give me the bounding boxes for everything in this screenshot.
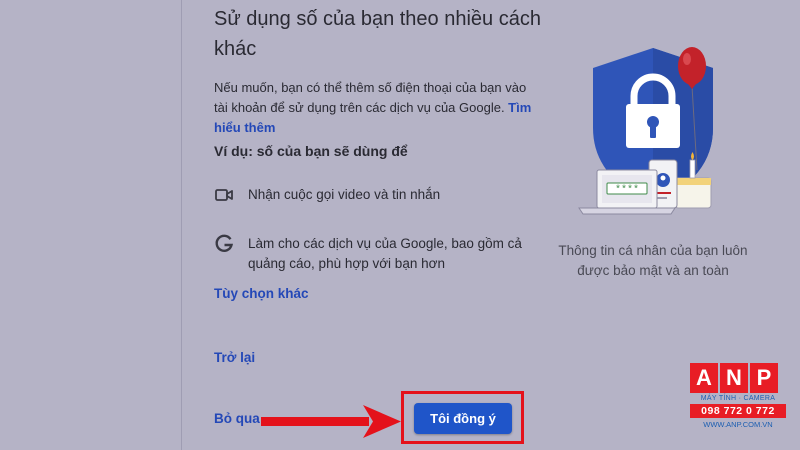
- agree-button[interactable]: Tôi đồng ý: [414, 403, 512, 434]
- page-title: Sử dụng số của bạn theo nhiều cách khác: [214, 8, 541, 60]
- logo-letter-p: P: [750, 363, 778, 393]
- security-caption: Thông tin cá nhân của bạn luôn được bảo …: [558, 243, 748, 278]
- logo-tagline: MÁY TÍNH · CAMERA: [700, 395, 776, 402]
- logo-phone: 098 772 0 772: [690, 404, 786, 418]
- logo-website: WWW.ANP.COM.VN: [703, 420, 773, 429]
- more-options-link[interactable]: Tùy chọn khác: [214, 286, 309, 301]
- video-camera-icon: [215, 189, 233, 201]
- google-g-icon: [215, 234, 234, 252]
- intro-text: Nếu muốn, bạn có thể thêm số điện thoại …: [214, 78, 534, 138]
- laptop-password-text: ****: [615, 184, 639, 196]
- feature-video-calls-text: Nhận cuộc gọi video và tin nhắn: [248, 187, 441, 202]
- logo-letter-a: A: [690, 363, 718, 393]
- feature-personalization-text: Làm cho các dịch vụ của Google, bao gồm …: [248, 236, 522, 271]
- feature-video-calls: Nhận cuộc gọi video và tin nhắn: [214, 185, 538, 205]
- feature-personalization: Làm cho các dịch vụ của Google, bao gồm …: [214, 234, 538, 274]
- security-illustration: ****: [578, 47, 713, 215]
- anp-watermark-logo: A N P MÁY TÍNH · CAMERA 098 772 0 772 WW…: [690, 363, 786, 441]
- back-link[interactable]: Trở lại: [214, 350, 255, 365]
- skip-link[interactable]: Bỏ qua: [214, 411, 260, 426]
- example-heading: Ví dụ: số của bạn sẽ dùng để: [214, 143, 408, 159]
- intro-body: Nếu muốn, bạn có thể thêm số điện thoại …: [214, 80, 527, 115]
- logo-letter-n: N: [720, 363, 748, 393]
- red-arrow-annotation: [261, 405, 401, 438]
- left-panel-divider: [181, 0, 182, 450]
